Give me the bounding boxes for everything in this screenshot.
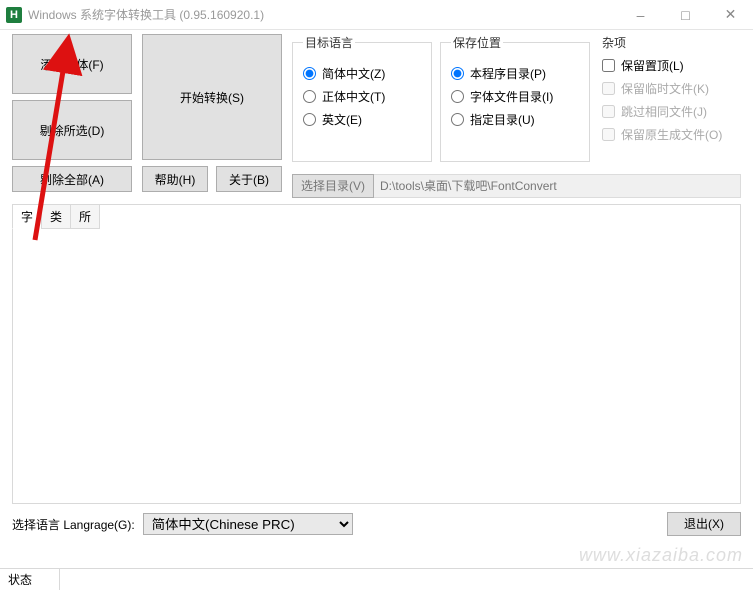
app-icon: H xyxy=(6,7,22,23)
window-controls: – □ ✕ xyxy=(618,0,753,29)
watermark: www.xiazaiba.com xyxy=(579,545,743,566)
tab-3[interactable]: 所 xyxy=(70,204,100,229)
font-list-area: 字 类 所 xyxy=(12,204,741,504)
select-dir-button[interactable]: 选择目录(V) xyxy=(292,174,374,198)
tab-1[interactable]: 字 xyxy=(12,204,42,229)
radio-english[interactable]: 英文(E) xyxy=(303,111,421,128)
remove-all-button[interactable]: 剔除全部(A) xyxy=(12,166,132,192)
misc-legend: 杂项 xyxy=(602,34,626,51)
titlebar: H Windows 系统字体转换工具 (0.95.160920.1) – □ ✕ xyxy=(0,0,753,30)
target-language-group: 目标语言 简体中文(Z) 正体中文(T) 英文(E) xyxy=(292,34,432,162)
radio-custom-dir[interactable]: 指定目录(U) xyxy=(451,111,579,128)
chk-skip-same[interactable]: 跳过相同文件(J) xyxy=(602,103,729,120)
close-button[interactable]: ✕ xyxy=(708,0,753,29)
save-location-legend: 保存位置 xyxy=(451,34,503,51)
chk-keep-placement[interactable]: 保留置顶(L) xyxy=(602,57,729,74)
about-button[interactable]: 关于(B) xyxy=(216,166,282,192)
selected-path: D:\tools\桌面\下载吧\FontConvert xyxy=(374,174,741,198)
misc-group: 杂项 保留置顶(L) 保留临时文件(K) 跳过相同文件(J) 保留原生成文件(O… xyxy=(598,34,733,162)
ui-language-select[interactable]: 简体中文(Chinese PRC) xyxy=(143,513,353,535)
add-font-button[interactable]: 添加字体(F) xyxy=(12,34,132,94)
chk-keep-original[interactable]: 保留原生成文件(O) xyxy=(602,126,729,143)
minimize-button[interactable]: – xyxy=(618,0,663,29)
save-location-group: 保存位置 本程序目录(P) 字体文件目录(I) 指定目录(U) xyxy=(440,34,590,162)
radio-font-dir[interactable]: 字体文件目录(I) xyxy=(451,88,579,105)
target-language-legend: 目标语言 xyxy=(303,34,355,51)
statusbar: 状态 xyxy=(0,568,753,590)
radio-simplified[interactable]: 简体中文(Z) xyxy=(303,65,421,82)
help-button[interactable]: 帮助(H) xyxy=(142,166,208,192)
status-value xyxy=(60,569,753,590)
start-convert-button[interactable]: 开始转换(S) xyxy=(142,34,282,160)
radio-traditional[interactable]: 正体中文(T) xyxy=(303,88,421,105)
chk-keep-temp[interactable]: 保留临时文件(K) xyxy=(602,80,729,97)
maximize-button[interactable]: □ xyxy=(663,0,708,29)
window-title: Windows 系统字体转换工具 (0.95.160920.1) xyxy=(28,6,618,23)
tab-2[interactable]: 类 xyxy=(41,204,71,229)
radio-program-dir[interactable]: 本程序目录(P) xyxy=(451,65,579,82)
status-label: 状态 xyxy=(0,569,60,590)
ui-language-label: 选择语言 Langrage(G): xyxy=(12,516,135,533)
remove-selected-button[interactable]: 剔除所选(D) xyxy=(12,100,132,160)
exit-button[interactable]: 退出(X) xyxy=(667,512,741,536)
